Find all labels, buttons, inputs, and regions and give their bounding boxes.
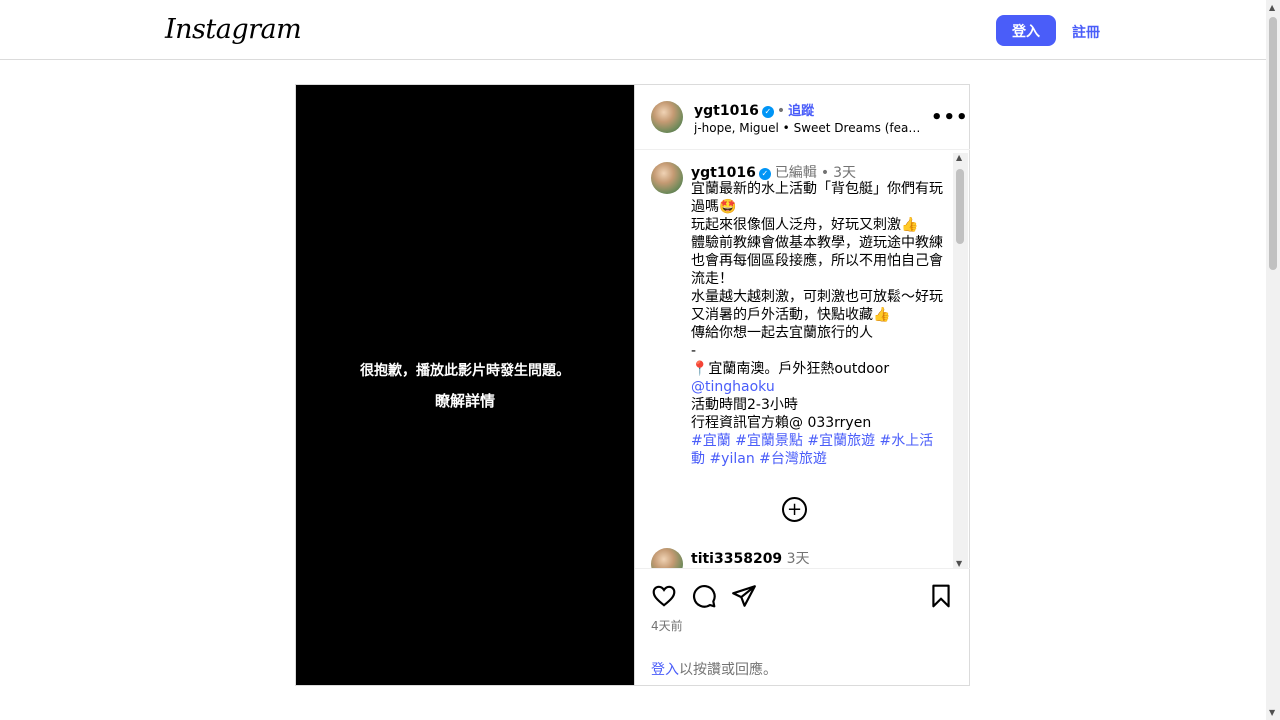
follow-button[interactable]: 追蹤 bbox=[788, 104, 814, 119]
post-header: ygt1016 ✓ • 追蹤 j-hope, Miguel • Sweet Dream… bbox=[635, 85, 970, 150]
video-error-message: 很抱歉，播放此影片時發生問題。 bbox=[360, 362, 570, 379]
caption-text: 宜蘭最新的水上活動「背包艇」你們有玩過嗎🤩 玩起來很像個人泛舟，好玩又刺激👍 體驗前… bbox=[691, 180, 943, 468]
caption-line: 📍宜蘭南澳。戶外狂熱outdoor bbox=[691, 361, 890, 377]
separator-dot: • bbox=[776, 103, 786, 119]
caption-line: 宜蘭最新的水上活動「背包艇」你們有玩過嗎🤩 bbox=[691, 181, 943, 215]
caption-line: 活動時間2-3小時 bbox=[691, 397, 798, 413]
verified-badge-icon: ✓ bbox=[761, 106, 774, 118]
login-prompt-text: 以按讚或回應。 bbox=[679, 662, 777, 678]
signup-link[interactable]: 註冊 bbox=[1072, 22, 1100, 42]
top-navigation-bar: Instagram 登入 註冊 bbox=[0, 0, 1266, 60]
author-line: ygt1016 ✓ • 追蹤 bbox=[694, 100, 814, 119]
post-container: 很抱歉，播放此影片時發生問題。 瞭解詳情 ygt1016 ✓ • 追蹤 j-hope,… bbox=[295, 84, 970, 686]
caption-username[interactable]: ygt1016 bbox=[691, 165, 756, 181]
save-bookmark-icon[interactable] bbox=[928, 583, 954, 609]
more-options-icon[interactable]: ••• bbox=[931, 107, 969, 128]
post-date: 4天前 bbox=[651, 619, 683, 633]
comments-scrollbar-thumb[interactable] bbox=[956, 169, 964, 244]
comment-icon[interactable] bbox=[691, 583, 717, 609]
author-avatar[interactable] bbox=[651, 101, 683, 133]
comments-scrollbar[interactable]: ▲ ▼ bbox=[953, 153, 968, 568]
caption-header: ygt1016 ✓ 已編輯 • 3天 bbox=[691, 162, 856, 182]
scroll-up-arrow-icon[interactable]: ▲ bbox=[956, 153, 962, 162]
page-scrollbar[interactable]: ▲ ▼ bbox=[1266, 0, 1280, 720]
instagram-logo[interactable]: Instagram bbox=[165, 14, 302, 45]
separator-dot: • bbox=[820, 165, 830, 181]
login-button[interactable]: 登入 bbox=[996, 15, 1056, 46]
verified-badge-icon: ✓ bbox=[758, 168, 771, 180]
music-info[interactable]: j-hope, Miguel • Sweet Dreams (feat. Mig… bbox=[694, 121, 924, 135]
like-heart-icon[interactable] bbox=[651, 583, 677, 609]
comment-header: titi3358209 3天 bbox=[691, 548, 810, 568]
scroll-down-arrow-icon[interactable]: ▼ bbox=[956, 559, 962, 568]
learn-more-link[interactable]: 瞭解詳情 bbox=[435, 390, 495, 411]
comments-area: ygt1016 ✓ 已編輯 • 3天 宜蘭最新的水上活動「背包艇」你們有玩過嗎🤩 玩起來很… bbox=[635, 150, 970, 568]
caption-line: 行程資訊官方賴@ 033rryen bbox=[691, 415, 872, 431]
post-actions: 4天前 登入以按讚或回應。 bbox=[635, 568, 970, 685]
caption-time: 3天 bbox=[833, 165, 856, 181]
caption-line: 體驗前教練會做基本教學，遊玩途中教練也會再每個區段接應，所以不用怕自己會流走！ bbox=[691, 235, 943, 287]
login-prompt: 登入以按讚或回應。 bbox=[651, 659, 777, 679]
author-username[interactable]: ygt1016 bbox=[694, 103, 759, 119]
page-scrollbar-thumb[interactable] bbox=[1269, 17, 1277, 270]
caption-line: 傳給你想一起去宜蘭旅行的人 bbox=[691, 325, 873, 341]
caption-line: - bbox=[691, 343, 697, 359]
scroll-up-arrow-icon[interactable]: ▲ bbox=[1269, 3, 1275, 12]
caption-line: 水量越大越刺激，可刺激也可放鬆～好玩又消暑的戶外活動，快點收藏👍 bbox=[691, 289, 943, 323]
login-prompt-link[interactable]: 登入 bbox=[651, 662, 679, 678]
caption-line: 玩起來很像個人泛舟，好玩又刺激👍 bbox=[691, 217, 919, 233]
caption-author-avatar[interactable] bbox=[651, 162, 683, 194]
mention-link[interactable]: @tinghaoku bbox=[691, 378, 943, 396]
commenter-avatar[interactable] bbox=[651, 548, 683, 568]
comment-time: 3天 bbox=[786, 551, 810, 567]
video-player[interactable]: 很抱歉，播放此影片時發生問題。 瞭解詳情 bbox=[296, 85, 634, 685]
commenter-username[interactable]: titi3358209 bbox=[691, 551, 782, 567]
edited-label: 已編輯 bbox=[774, 165, 817, 181]
scroll-down-arrow-icon[interactable]: ▼ bbox=[1269, 708, 1275, 717]
share-icon[interactable] bbox=[731, 583, 757, 609]
hashtags[interactable]: #宜蘭 #宜蘭景點 #宜蘭旅遊 #水上活動 #yilan #台灣旅遊 bbox=[691, 432, 943, 468]
post-sidebar: ygt1016 ✓ • 追蹤 j-hope, Miguel • Sweet Dream… bbox=[634, 85, 970, 685]
load-more-comments-icon[interactable]: + bbox=[782, 497, 807, 522]
